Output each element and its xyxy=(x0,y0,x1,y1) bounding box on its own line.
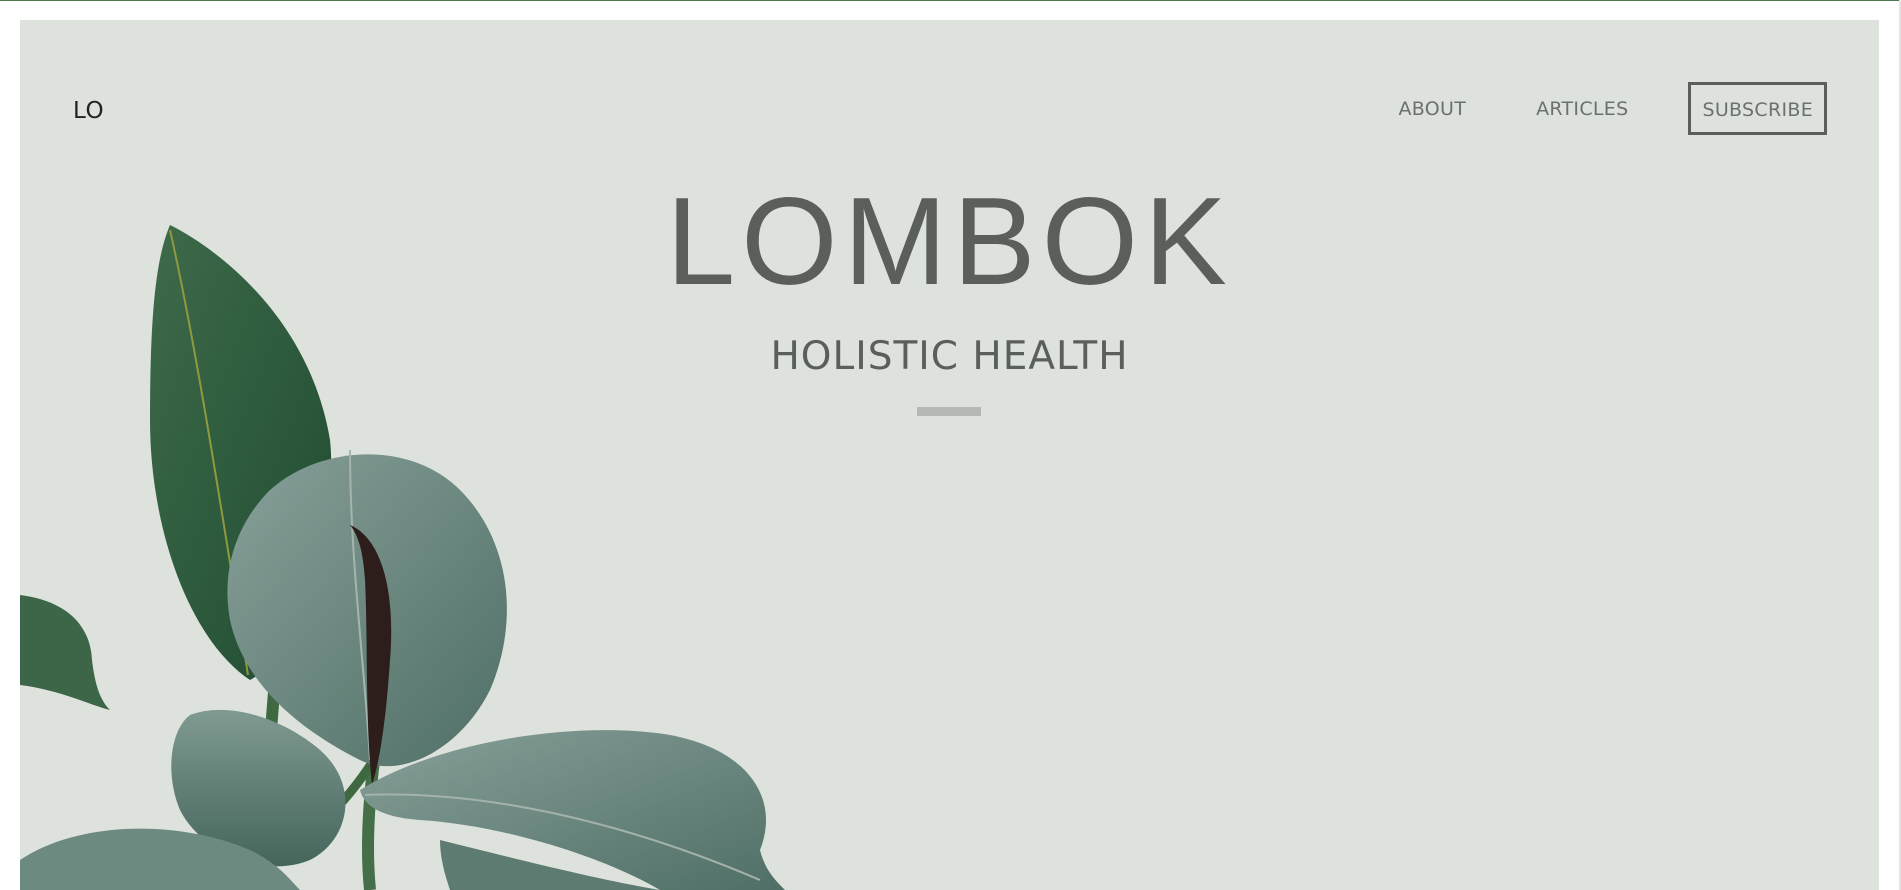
hero-title: LOMBOK xyxy=(666,173,1233,311)
hero-section: LO ABOUT ARTICLES SUBSCRIBE LOMBOK HOLIS… xyxy=(20,20,1879,890)
logo[interactable]: LO xyxy=(73,98,104,124)
main-nav: ABOUT ARTICLES SUBSCRIBE xyxy=(1398,82,1827,135)
subscribe-button[interactable]: SUBSCRIBE xyxy=(1688,82,1827,135)
hero-subtitle: HOLISTIC HEALTH xyxy=(770,334,1129,379)
nav-link-about[interactable]: ABOUT xyxy=(1398,98,1466,120)
nav-link-articles[interactable]: ARTICLES xyxy=(1536,98,1628,120)
top-accent-line xyxy=(0,0,1901,1)
plant-image xyxy=(20,225,785,890)
title-divider xyxy=(917,407,981,416)
